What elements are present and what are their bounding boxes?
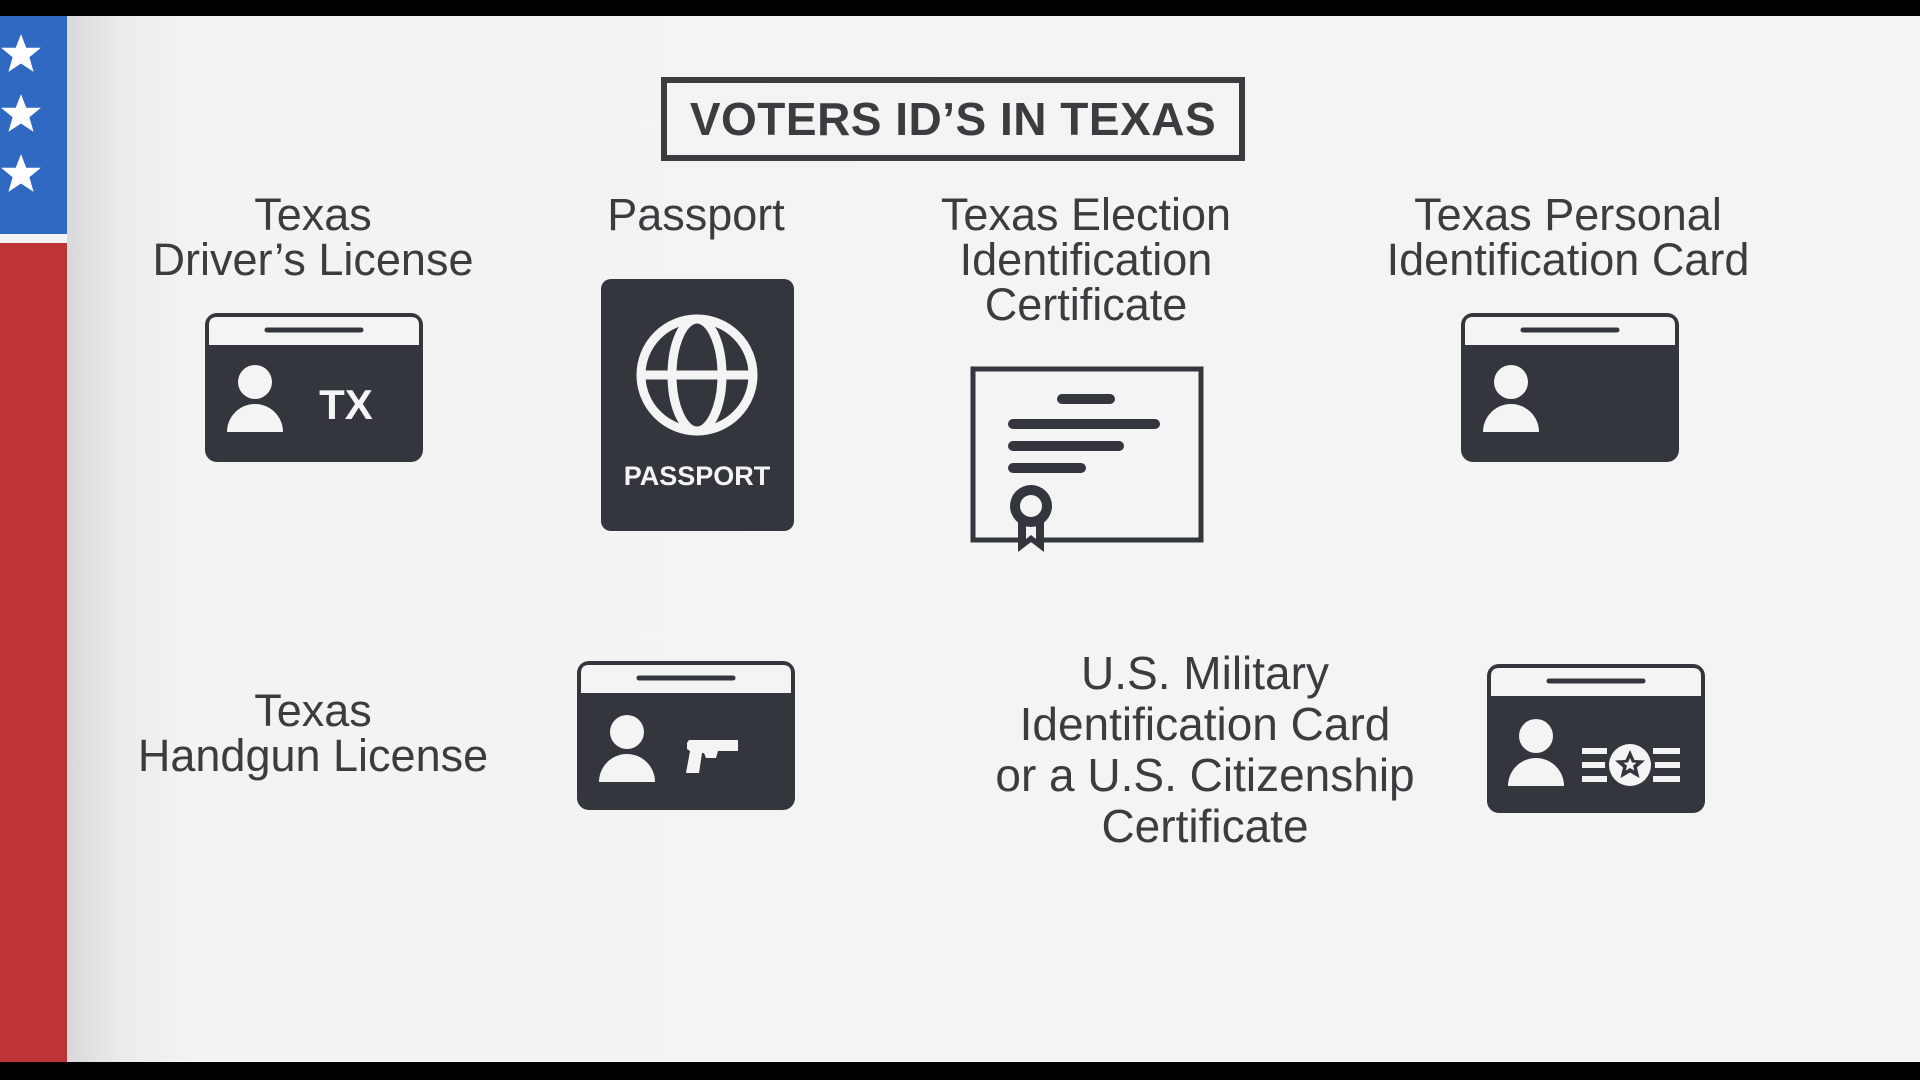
- passport-icon: PASSPORT: [601, 279, 794, 531]
- label-line: Certificate: [1101, 800, 1309, 852]
- certificate-icon: [970, 366, 1204, 552]
- drivers-license-card-icon: TX: [205, 313, 423, 462]
- infographic: VOTERS ID’S IN TEXAS Texas Driver’s Lice…: [0, 16, 1920, 1062]
- military-id-card-icon: [1487, 664, 1705, 813]
- label-drivers-license: Texas Driver’s License: [153, 192, 474, 282]
- label-line: or a U.S. Citizenship: [995, 749, 1415, 801]
- card-text: PASSPORT: [624, 461, 771, 491]
- star-icon: [1, 34, 41, 72]
- handgun-license-card-icon: [577, 661, 795, 810]
- flag-white-stripe: [0, 234, 67, 243]
- label-line: Texas Personal: [1414, 189, 1722, 240]
- star-icon: [1, 154, 41, 192]
- label-line: Passport: [607, 189, 785, 240]
- flag-blue-field: [0, 16, 67, 234]
- star-icon: [1, 94, 41, 132]
- label-line: Texas: [254, 189, 372, 240]
- label-passport: Passport: [607, 192, 785, 237]
- label-line: Texas: [254, 685, 372, 736]
- card-text: TX: [319, 381, 373, 428]
- label-military-id: U.S. Military Identification Card or a U…: [995, 648, 1414, 852]
- label-line: U.S. Military: [1081, 647, 1329, 699]
- label-line: Certificate: [984, 279, 1188, 330]
- label-personal-id: Texas Personal Identification Card: [1387, 192, 1750, 282]
- label-election-certificate: Texas Election Identification Certificat…: [941, 192, 1231, 327]
- title-box: VOTERS ID’S IN TEXAS: [661, 77, 1245, 161]
- label-line: Texas Election: [940, 189, 1232, 240]
- label-line: Identification: [959, 234, 1213, 285]
- personal-id-card-icon: [1461, 313, 1679, 462]
- label-line: Handgun License: [137, 730, 489, 781]
- label-handgun-license: Texas Handgun License: [138, 688, 488, 778]
- flag-red-stripe: [0, 243, 67, 1062]
- page-title: VOTERS ID’S IN TEXAS: [689, 93, 1217, 145]
- label-line: Driver’s License: [152, 234, 474, 285]
- label-line: Identification Card: [1019, 698, 1391, 750]
- label-line: Identification Card: [1386, 234, 1750, 285]
